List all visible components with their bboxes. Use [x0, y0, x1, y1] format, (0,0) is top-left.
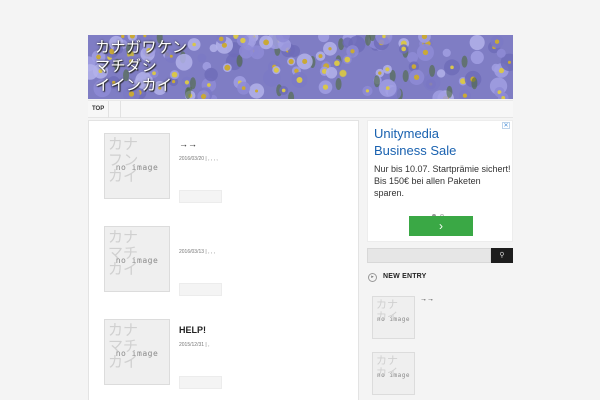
thumbnail-placeholder-text: カナ マチ カイ	[108, 228, 139, 278]
post-meta: 2015/12/31 | ,	[179, 342, 210, 348]
site-title-line: マチダシ	[95, 57, 158, 75]
site-title-line: イインカイ	[95, 76, 173, 94]
close-icon[interactable]: ✕	[502, 122, 510, 129]
no-image-label: no image	[377, 316, 410, 323]
chevron-right-icon: ›	[439, 219, 443, 233]
thumbnail-placeholder-text: カナ マチ カイ	[108, 321, 139, 371]
widget-title: NEW ENTRY	[383, 273, 427, 280]
global-nav: TOP	[88, 100, 513, 118]
search-button[interactable]: ⚲	[491, 248, 513, 263]
post-thumbnail[interactable]: カナ マチ カイ no image	[104, 319, 170, 385]
header-banner[interactable]: カナガワケン マチダシ イインカイ	[88, 35, 513, 99]
post-thumbnail[interactable]: カナ フン カイ no image	[104, 133, 170, 199]
page: カナガワケン マチダシ イインカイ TOP カナ フン カイ no image →→…	[0, 0, 600, 400]
post-meta: 2016/03/13 | , , ,	[179, 249, 216, 255]
read-more-button[interactable]	[179, 190, 222, 203]
site-title-line: カナガワケン	[95, 38, 188, 56]
post-entry: カナ マチ カイ no image 2016/03/13 | , , ,	[104, 226, 354, 306]
nav-divider	[120, 101, 121, 118]
nav-item-top[interactable]: TOP	[88, 101, 110, 118]
new-entry-item[interactable]: カナ カイ no image	[372, 352, 512, 398]
new-entry-thumbnail[interactable]: カナ カイ no image	[372, 352, 415, 395]
post-thumbnail[interactable]: カナ マチ カイ no image	[104, 226, 170, 292]
new-entry-item[interactable]: カナ カイ no image →→	[372, 296, 512, 342]
ad-body-text: Nur bis 10.07. Startprämie sichert! Bis …	[374, 164, 511, 198]
post-title[interactable]: →→	[179, 139, 197, 149]
read-more-button[interactable]	[179, 283, 222, 296]
no-image-label: no image	[115, 256, 159, 265]
search-input[interactable]	[367, 248, 491, 263]
no-image-label: no image	[115, 349, 159, 358]
no-image-label: no image	[377, 372, 410, 379]
new-entry-thumbnail[interactable]: カナ カイ no image	[372, 296, 415, 339]
circle-arrow-icon: ▸	[368, 273, 377, 282]
read-more-button[interactable]	[179, 376, 222, 389]
post-title[interactable]: HELP!	[179, 325, 206, 335]
thumbnail-placeholder-text: カナ フン カイ	[108, 135, 139, 185]
post-entry: カナ マチ カイ no image HELP! 2015/12/31 | ,	[104, 319, 354, 399]
site-title[interactable]: カナガワケン マチダシ イインカイ	[95, 38, 188, 95]
ad-cta-button[interactable]: ›	[409, 216, 473, 236]
search-form: ⚲	[367, 248, 513, 263]
main-content: カナ フン カイ no image →→ 2016/03/20 | , , , , …	[88, 120, 359, 400]
post-entry: カナ フン カイ no image →→ 2016/03/20 | , , , ,	[104, 133, 354, 213]
search-icon: ⚲	[499, 252, 505, 259]
new-entry-title[interactable]: →→	[420, 296, 434, 303]
no-image-label: no image	[115, 163, 159, 172]
ad-headline[interactable]: Unitymedia Business Sale	[374, 125, 456, 159]
ad-unit[interactable]: ✕ Unitymedia Business Sale Nur bis 10.07…	[367, 120, 513, 242]
post-meta: 2016/03/20 | , , , ,	[179, 156, 218, 162]
